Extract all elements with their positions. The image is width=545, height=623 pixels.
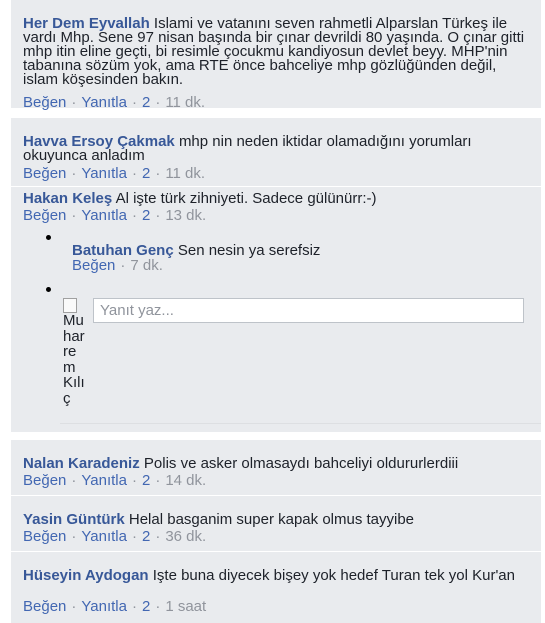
- comment-actions: Beğen · Yanıtla · 2 · 13 dk.: [23, 207, 207, 224]
- reply-text: Sen nesin ya serefsiz: [177, 242, 321, 259]
- divider: [60, 423, 541, 424]
- comment-timestamp[interactable]: 13 dk.: [165, 207, 206, 224]
- comment-author-link[interactable]: Yasin Güntürk: [23, 511, 125, 528]
- comment-timestamp[interactable]: 11 dk.: [165, 94, 205, 111]
- comment-body: Her Dem Eyvallah Islami ve vatanını seve…: [11, 0, 541, 87]
- reply-link[interactable]: Yanıtla: [81, 528, 127, 545]
- list-bullet: [46, 287, 51, 292]
- comment-author-link[interactable]: Hüseyin Aydogan: [23, 567, 149, 584]
- reply-timestamp[interactable]: 7 dk.: [130, 257, 163, 274]
- comment-text: Al işte türk zihniyeti. Sadece gülünürr:…: [115, 190, 377, 207]
- comment-body: Hakan Keleş Al işte türk zihniyeti. Sade…: [11, 187, 541, 206]
- comment-body: Havva Ersoy Çakmak mhp nin neden iktidar…: [11, 118, 541, 163]
- comment-item: Hakan Keleş Al işte türk zihniyeti. Sade…: [11, 187, 541, 432]
- like-link[interactable]: Beğen: [23, 207, 66, 224]
- comment-item: Hüseyin Aydogan Işte buna diyecek bişey …: [11, 552, 541, 623]
- comment-timestamp[interactable]: 36 dk.: [165, 528, 206, 545]
- comment-text: Polis ve asker olmasaydı bahceliyi oldur…: [143, 455, 459, 472]
- reply-link[interactable]: Yanıtla: [81, 94, 127, 111]
- like-link[interactable]: Beğen: [23, 94, 66, 111]
- comment-actions: Beğen · Yanıtla · 2 · 11 dk.: [23, 94, 206, 111]
- list-bullet: [46, 235, 51, 240]
- comment-actions: Beğen · Yanıtla · 2 · 14 dk.: [23, 472, 207, 489]
- reply-link[interactable]: Yanıtla: [81, 207, 127, 224]
- comment-timestamp[interactable]: 14 dk.: [165, 472, 206, 489]
- avatar-alt-text: Muharrem Kılıç: [63, 312, 85, 407]
- comment-author-link[interactable]: Hakan Keleş: [23, 190, 112, 207]
- reply-actions: Beğen · 7 dk.: [72, 257, 163, 274]
- comment-body: Nalan Karadeniz Polis ve asker olmasaydı…: [11, 440, 541, 471]
- like-link[interactable]: Beğen: [72, 257, 115, 274]
- reply-input[interactable]: [93, 298, 524, 323]
- comment-feed: Her Dem Eyvallah Islami ve vatanını seve…: [0, 0, 545, 623]
- comment-author-link[interactable]: Nalan Karadeniz: [23, 455, 140, 472]
- like-link[interactable]: Beğen: [23, 528, 66, 545]
- comment-body: Hüseyin Aydogan Işte buna diyecek bişey …: [11, 552, 541, 583]
- comment-actions: Beğen · Yanıtla · 2 · 1 saat: [23, 598, 207, 615]
- reply-link[interactable]: Yanıtla: [81, 472, 127, 489]
- broken-image-icon: [63, 298, 77, 313]
- comment-item: Yasin Güntürk Helal basganim super kapak…: [11, 496, 541, 551]
- comment-body: Yasin Güntürk Helal basganim super kapak…: [11, 496, 541, 527]
- reply-link[interactable]: Yanıtla: [81, 598, 127, 615]
- reply-item: Batuhan Genç Sen nesin ya serefsiz Beğen…: [72, 243, 320, 273]
- reply-link[interactable]: Yanıtla: [81, 165, 127, 182]
- comment-timestamp[interactable]: 1 saat: [165, 598, 206, 615]
- comment-timestamp[interactable]: 11 dk.: [165, 165, 205, 182]
- comment-item: Havva Ersoy Çakmak mhp nin neden iktidar…: [11, 118, 541, 186]
- comment-text: Işte buna diyecek bişey yok hedef Turan …: [152, 567, 515, 584]
- comment-item: Her Dem Eyvallah Islami ve vatanını seve…: [11, 0, 541, 111]
- like-link[interactable]: Beğen: [23, 598, 66, 615]
- like-link[interactable]: Beğen: [23, 165, 66, 182]
- comment-text: Helal basganim super kapak olmus tayyibe: [128, 511, 415, 528]
- comment-actions: Beğen · Yanıtla · 2 · 11 dk.: [23, 165, 206, 182]
- comment-item: Nalan Karadeniz Polis ve asker olmasaydı…: [11, 440, 541, 495]
- avatar[interactable]: Muharrem Kılıç: [63, 298, 87, 407]
- comment-actions: Beğen · Yanıtla · 2 · 36 dk.: [23, 528, 207, 545]
- like-link[interactable]: Beğen: [23, 472, 66, 489]
